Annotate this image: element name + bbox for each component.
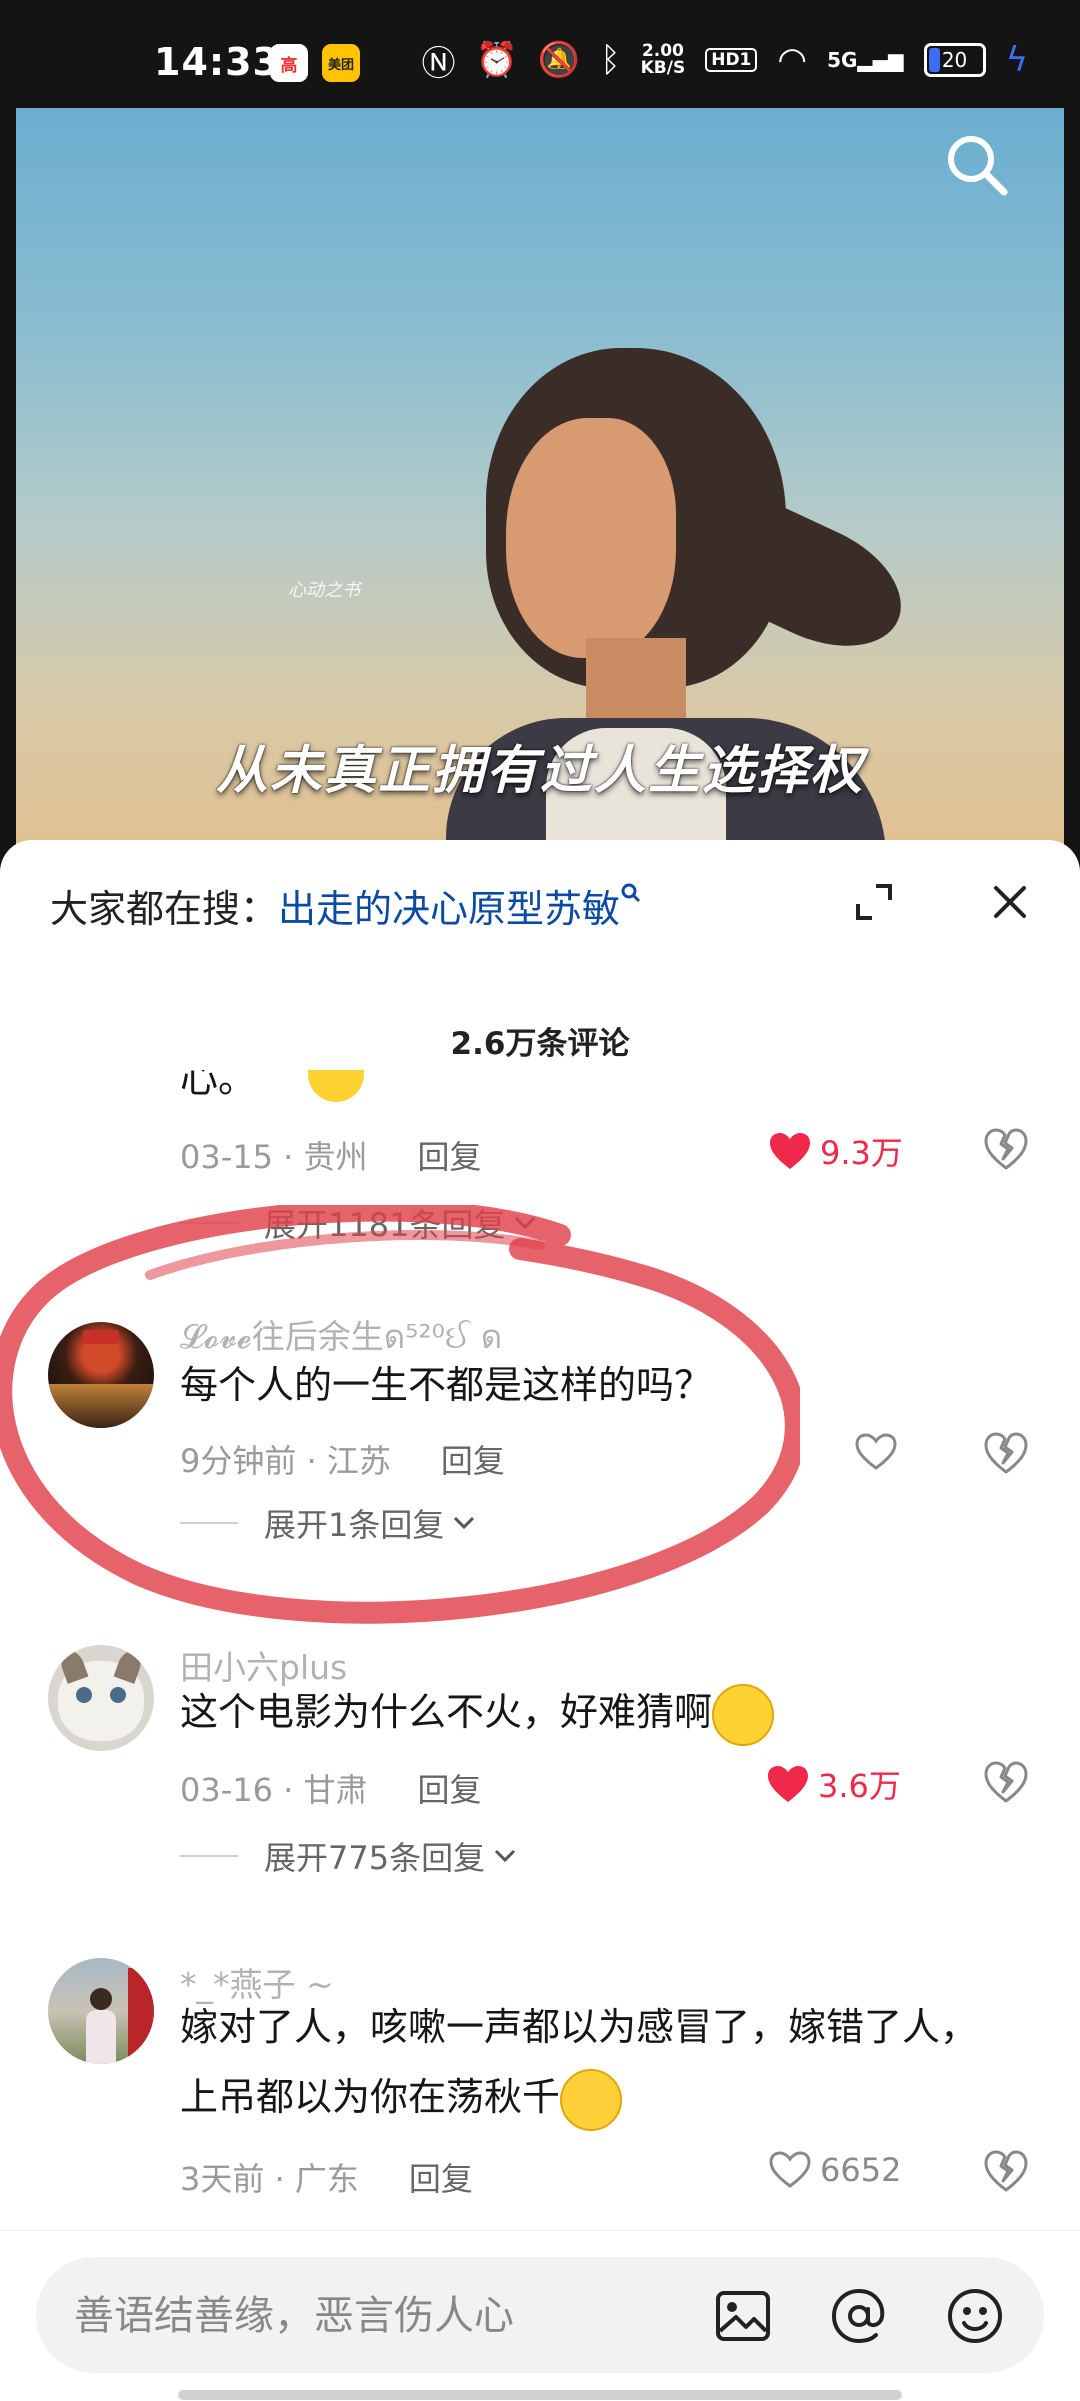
like-button[interactable] (854, 1432, 906, 1472)
dislike-icon[interactable] (984, 1761, 1028, 1803)
avatar[interactable] (48, 1645, 154, 1751)
emoji-picker-icon[interactable] (944, 2285, 1006, 2347)
chevron-down-icon (515, 1216, 536, 1230)
dislike-icon[interactable] (984, 2150, 1028, 2192)
dislike-icon[interactable] (984, 1432, 1028, 1474)
comment-text: 心。 (180, 1070, 365, 1110)
comment-text-line2: 上吊都以为你在荡秋千 (180, 2062, 623, 2132)
app-badge-map-icon: 高 (270, 44, 308, 82)
emoji-icon (560, 2068, 623, 2131)
comment-meta: 03-16 · 甘肃 回复 (180, 1771, 482, 1809)
reply-button[interactable]: 回复 (418, 1771, 482, 1809)
comment-text: 每个人的一生不都是这样的吗？ (180, 1363, 713, 1407)
status-bar: 14:33 高 美团 Ⓝ ⏰ 🔕 ᛒ 2.00 KB/S HD1 ◠ 5G▂▄▆ … (0, 0, 1080, 108)
comment-text: 嫁对了人，咳嗽一声都以为感冒了，嫁错了人， (180, 2005, 979, 2049)
emoji-icon (712, 1683, 775, 1746)
bluetooth-icon: ᛒ (600, 40, 621, 80)
video-subtitle: 从未真正拥有过人生选择权 (215, 741, 864, 801)
expand-replies-button[interactable]: 展开1181条回复 (180, 1200, 537, 1246)
like-button[interactable]: 6652 (768, 2150, 901, 2190)
app-badge-meituan-icon: 美团 (322, 44, 360, 82)
trending-search[interactable]: 大家都在搜：出走的决心原型苏敏 (50, 878, 642, 933)
reply-button[interactable]: 回复 (418, 1138, 482, 1176)
chevron-down-icon (495, 1849, 516, 1863)
heart-filled-icon (768, 1766, 808, 1802)
signal-icon: 5G▂▄▆ (827, 48, 904, 72)
status-time: 14:33 (154, 40, 280, 84)
mute-icon: 🔕 (537, 40, 581, 80)
heart-filled-icon (770, 1133, 810, 1169)
search-small-icon (621, 883, 641, 903)
comment-input-bar (0, 2230, 1080, 2401)
expand-replies-button[interactable]: 展开1条回复 (180, 1500, 476, 1546)
comment-item: 心。 03-15 · 贵州 回复 9.3万 展开1181条回复 (0, 1070, 1080, 1270)
hd-icon: HD1 (705, 48, 758, 72)
alarm-icon: ⏰ (475, 40, 518, 80)
like-count: 9.3万 (820, 1134, 903, 1172)
expand-icon[interactable] (852, 880, 896, 924)
video-watermark: 心动之书 (288, 580, 360, 601)
comment-text: 这个电影为什么不火，好难猜啊 (180, 1677, 775, 1747)
status-icons: Ⓝ ⏰ 🔕 ᛒ 2.00 KB/S HD1 ◠ 5G▂▄▆ 20 ϟ (422, 40, 1028, 84)
comment-sheet: 大家都在搜：出走的决心原型苏敏 2.6万条评论 心。 03-15 · 贵州 回复 … (0, 840, 1080, 2400)
reply-button[interactable]: 回复 (409, 2160, 473, 2198)
wifi-icon: ◠ (777, 40, 808, 80)
comment-item: 田小六plus 这个电影为什么不火，好难猜啊 03-16 · 甘肃 回复 3.6万… (0, 1645, 1080, 1945)
like-count: 6652 (820, 2151, 902, 2189)
heart-outline-icon (769, 2151, 811, 2188)
search-icon[interactable] (942, 130, 1012, 200)
comment-count: 2.6万条评论 (450, 1026, 630, 1062)
net-speed: 2.00 KB/S (640, 41, 686, 78)
home-indicator[interactable] (178, 2390, 902, 2400)
close-icon[interactable] (990, 882, 1030, 922)
nfc-icon: Ⓝ (421, 43, 456, 84)
comment-meta: 9分钟前 · 江苏 回复 (180, 1442, 505, 1480)
comment-input-box[interactable] (36, 2257, 1044, 2373)
video-player[interactable]: 心动之书 从未真正拥有过人生选择权 (16, 108, 1064, 868)
like-count: 3.6万 (818, 1767, 901, 1805)
avatar[interactable] (48, 1958, 154, 2064)
dislike-icon[interactable] (984, 1128, 1028, 1170)
trending-search-term[interactable]: 出走的决心原型苏敏 (278, 887, 620, 931)
comment-item: 𝓛𝓸𝓿𝓮往后余生ด⁵²⁰ઈ ด 每个人的一生不都是这样的吗？ 9分钟前 · 江苏… (0, 1310, 1080, 1610)
emoji-icon (308, 1070, 365, 1102)
trending-search-prefix: 大家都在搜： (50, 887, 279, 931)
comment-meta: 3天前 · 广东 回复 (180, 2160, 473, 2198)
like-button[interactable]: 9.3万 (768, 1128, 903, 1174)
comment-item: *_*燕子 ~ 嫁对了人，咳嗽一声都以为感冒了，嫁错了人， 上吊都以为你在荡秋千… (0, 1958, 1080, 2258)
expand-replies-button[interactable]: 展开775条回复 (180, 1833, 517, 1879)
chevron-down-icon (454, 1516, 475, 1530)
avatar[interactable] (48, 1322, 154, 1428)
charging-icon: ϟ (1005, 40, 1028, 80)
reply-button[interactable]: 回复 (441, 1442, 505, 1480)
mention-icon[interactable] (828, 2285, 890, 2347)
like-button[interactable]: 3.6万 (766, 1761, 901, 1807)
heart-outline-icon (855, 1433, 897, 1470)
battery-icon: 20 (923, 43, 986, 77)
comment-meta: 03-15 · 贵州 回复 (180, 1138, 482, 1176)
image-icon[interactable] (712, 2285, 774, 2347)
comment-input[interactable] (72, 2287, 676, 2345)
